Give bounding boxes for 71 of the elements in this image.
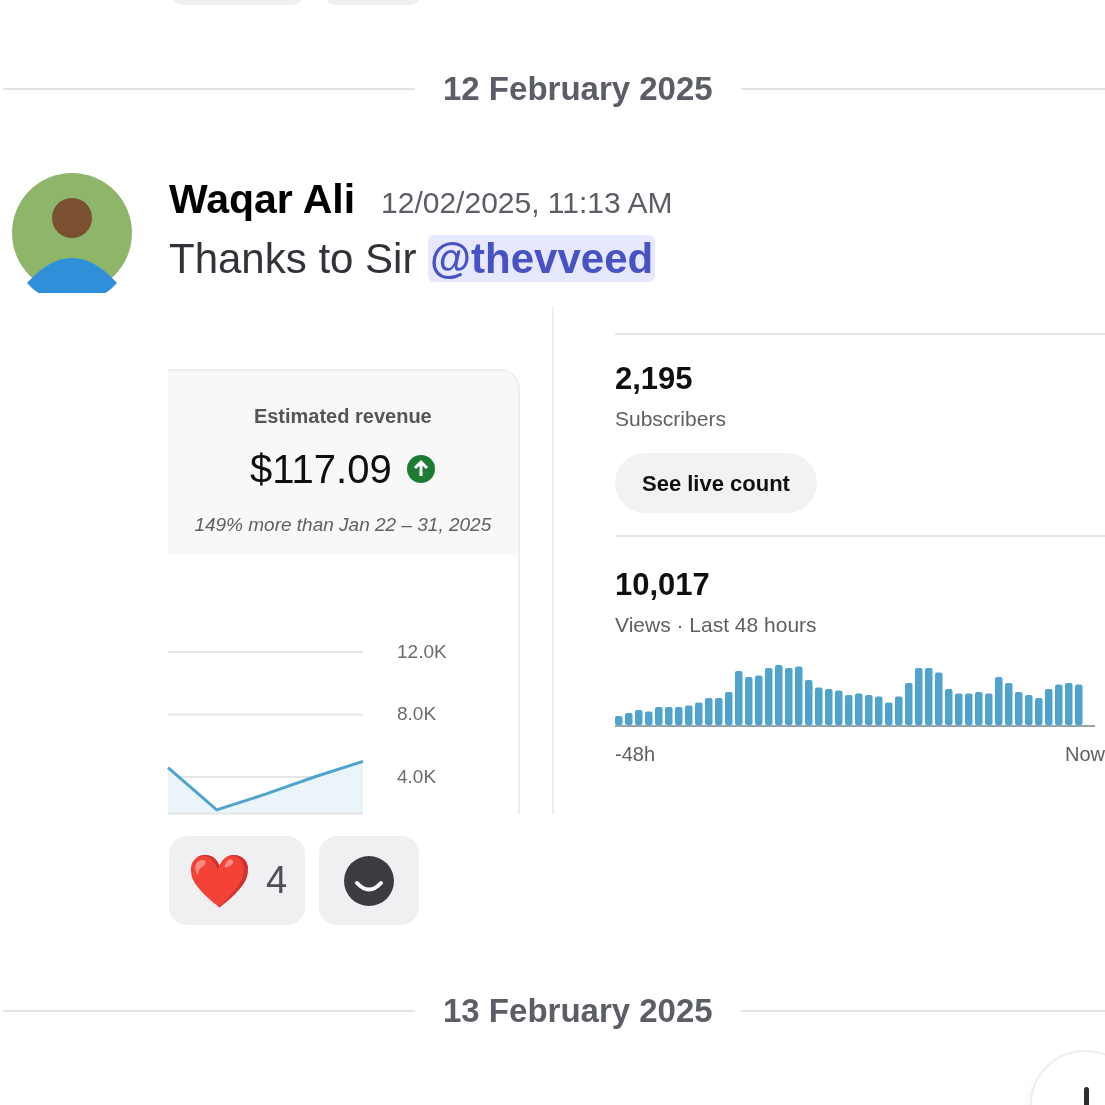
smiley-icon bbox=[344, 855, 395, 906]
chart-bar bbox=[875, 696, 883, 725]
message-text: Thanks to Sir @thevveed bbox=[169, 233, 657, 284]
chart-bar bbox=[685, 705, 693, 725]
chart-bar bbox=[645, 711, 653, 725]
reaction-button[interactable]: ❤ 4 bbox=[169, 836, 306, 925]
chart-bar bbox=[1075, 684, 1083, 725]
chart-bar bbox=[735, 671, 743, 725]
chart-bar bbox=[785, 668, 793, 725]
views-label: Views · Last 48 hours bbox=[615, 614, 818, 635]
subscriber-label: Subscribers bbox=[615, 408, 727, 429]
chart-bar bbox=[1015, 692, 1023, 725]
chart-bar bbox=[1025, 695, 1033, 725]
timestamp: 12/02/2025, 11:13 AM bbox=[381, 185, 673, 221]
chart-bar bbox=[855, 693, 863, 725]
chart-bar bbox=[885, 702, 893, 725]
chart-bar bbox=[675, 707, 683, 725]
chart-bar bbox=[695, 702, 703, 725]
chart-bar bbox=[825, 689, 833, 725]
chart-bar bbox=[925, 668, 933, 725]
chart-bar bbox=[795, 666, 803, 725]
chart-bar bbox=[835, 690, 843, 725]
trend-up-icon bbox=[405, 454, 436, 484]
chart-bar bbox=[1035, 698, 1043, 725]
chart-bar bbox=[895, 696, 903, 725]
avatar[interactable] bbox=[12, 173, 132, 293]
chart-bar bbox=[755, 675, 763, 725]
chart-bar bbox=[985, 693, 993, 725]
views-count: 10,017 bbox=[615, 569, 711, 600]
chart-bar bbox=[845, 695, 853, 725]
chart-bar bbox=[915, 668, 923, 725]
chart-bar bbox=[815, 687, 823, 725]
mention-link[interactable]: @thevveed bbox=[428, 234, 656, 282]
axis-label: 12.0K bbox=[397, 641, 447, 661]
axis-label: 4.0K bbox=[397, 766, 437, 786]
chart-bar bbox=[745, 677, 753, 725]
date-divider: 13 February 2025 bbox=[443, 991, 713, 1032]
revenue-comparison: 149% more than Jan 22 – 31, 2025 bbox=[194, 513, 492, 537]
date-divider: 12 February 2025 bbox=[443, 69, 713, 110]
chart-bar bbox=[775, 665, 783, 725]
chart-bar bbox=[725, 692, 733, 725]
chart-bar bbox=[635, 710, 643, 725]
chart-bar bbox=[1065, 683, 1073, 725]
subscriber-count: 2,195 bbox=[615, 363, 694, 394]
axis-label: 8.0K bbox=[397, 704, 437, 723]
chart-bar bbox=[965, 693, 973, 725]
chart-bar bbox=[805, 680, 813, 725]
chart-bar bbox=[905, 683, 913, 725]
chart-bar bbox=[655, 707, 663, 725]
revenue-amount: $117.09 bbox=[250, 446, 392, 493]
chart-bar bbox=[615, 716, 623, 725]
chart-bar bbox=[625, 713, 633, 725]
chart-bar bbox=[1045, 689, 1053, 725]
chart-bar bbox=[1055, 684, 1063, 725]
chart-bar bbox=[665, 707, 673, 725]
add-reaction-button[interactable] bbox=[319, 836, 420, 925]
chart-bar bbox=[1005, 683, 1013, 725]
chart-bar bbox=[935, 672, 943, 725]
chart-bar bbox=[705, 698, 713, 725]
revenue-label: Estimated revenue bbox=[253, 404, 432, 429]
chart-bar bbox=[865, 695, 873, 725]
chart-bar bbox=[995, 677, 1003, 725]
live-count-button[interactable]: See live count bbox=[615, 453, 817, 513]
axis-label: Now bbox=[1065, 742, 1105, 767]
axis-label: -48h bbox=[615, 742, 656, 767]
chart-bar bbox=[715, 698, 723, 725]
chart-bar bbox=[955, 693, 963, 725]
chart-bar bbox=[765, 668, 773, 725]
chart-bar bbox=[975, 692, 983, 725]
author-name[interactable]: Waqar Ali bbox=[169, 169, 356, 231]
chart-bar bbox=[945, 689, 953, 725]
